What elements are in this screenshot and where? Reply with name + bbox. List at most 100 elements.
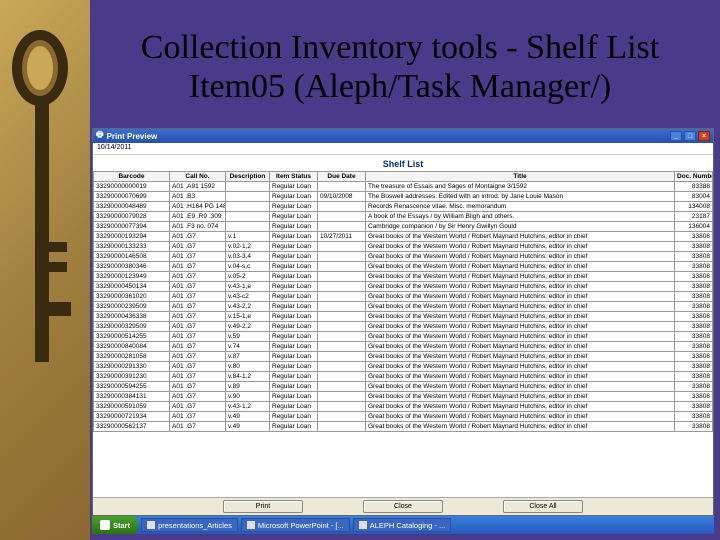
table-row[interactable]: 33290000721934A01 .G7v.49Regular LoanGre… [94,412,713,422]
cell-desc [226,192,270,202]
taskbar-item[interactable]: Microsoft PowerPoint - [... [241,518,350,532]
table-row[interactable]: 33290000077394A01 .F3 no. 074Regular Loa… [94,222,713,232]
cell-due [318,392,366,402]
table-row[interactable]: 33290000591059A01 .G7v.43-1,2Regular Loa… [94,402,713,412]
table-row[interactable]: 33290000562137A01 .G7v.49Regular LoanGre… [94,422,713,432]
table-row[interactable]: 33290000329509A01 .G7v.49-2,2Regular Loa… [94,322,713,332]
cell-title: Great books of the Western World / Rober… [366,402,675,412]
taskbar-item[interactable]: presentations_Articles [141,518,238,532]
report-area: Shelf List Barcode Call No. Description … [93,155,713,497]
close-button-bottom[interactable]: Close [363,500,443,513]
cell-status: Regular Loan [270,422,318,432]
cell-status: Regular Loan [270,282,318,292]
cell-desc: v.15-1,e [226,312,270,322]
cell-barcode: 33290000146508 [94,252,170,262]
table-row[interactable]: 33290000384131A01 .G7v.90Regular LoanGre… [94,392,713,402]
slide-title: Collection Inventory tools - Shelf List … [100,28,700,106]
table-row[interactable]: 33290000079028A01 .E9 .R9 .309Regular Lo… [94,212,713,222]
cell-title: Great books of the Western World / Rober… [366,422,675,432]
cell-title: Great books of the Western World / Rober… [366,342,675,352]
cell-status: Regular Loan [270,332,318,342]
table-row[interactable]: 33290000361020A01 .G7v.43-c2Regular Loan… [94,292,713,302]
cell-title: Great books of the Western World / Rober… [366,412,675,422]
cell-due [318,292,366,302]
table-row[interactable]: 33290000436338A01 .G7v.15-1,eRegular Loa… [94,312,713,322]
app-icon [247,521,255,529]
table-row[interactable]: 33290000133233A01 .G7v.02-1,2Regular Loa… [94,242,713,252]
close-button[interactable]: × [698,131,710,141]
cell-title: The treasure of Essais and Sages of Mont… [366,182,675,192]
cell-status: Regular Loan [270,372,318,382]
table-row[interactable]: 33290000281058A01 .G7v.87Regular LoanGre… [94,352,713,362]
cell-desc: v.59 [226,332,270,342]
cell-status: Regular Loan [270,212,318,222]
table-row[interactable]: 33290000123949A01 .G7v.05-2Regular LoanG… [94,272,713,282]
cell-call: A01 .G7 [170,362,226,372]
task-label: Microsoft PowerPoint - [... [258,521,344,530]
cell-doc: 33808 [675,412,713,422]
cell-due [318,372,366,382]
cell-barcode: 33290000193294 [94,232,170,242]
cell-status: Regular Loan [270,262,318,272]
cell-due [318,422,366,432]
table-row[interactable]: 33290000146508A01 .G7v.03-3,4Regular Loa… [94,252,713,262]
cell-call: A01 .H164 PG 1489 [170,202,226,212]
maximize-button[interactable]: □ [684,131,696,141]
print-button[interactable]: Print [223,500,303,513]
table-row[interactable]: 33290000239509A01 .G7v.43-2,2Regular Loa… [94,302,713,312]
cell-call: A01 .G7 [170,272,226,282]
window-title: Print Preview [107,132,158,141]
table-row[interactable]: 33290000380346A01 .G7v.04-s,cRegular Loa… [94,262,713,272]
cell-call: A01 .G7 [170,402,226,412]
cell-status: Regular Loan [270,292,318,302]
cell-call: A01 .G7 [170,342,226,352]
col-doc: Doc. Number [675,172,713,182]
start-button[interactable]: Start [92,516,138,534]
cell-title: Great books of the Western World / Rober… [366,272,675,282]
cell-due [318,322,366,332]
taskbar[interactable]: Start presentations_Articles Microsoft Po… [92,516,714,534]
cell-title: Great books of the Western World / Rober… [366,312,675,322]
close-all-button[interactable]: Close All [503,500,583,513]
table-row[interactable]: 33290000450134A01 .G7v.43-1,eRegular Loa… [94,282,713,292]
minimize-button[interactable]: _ [670,131,682,141]
cell-doc: 23187 [675,212,713,222]
cell-due [318,282,366,292]
table-row[interactable]: 33290000000019A01 .A91 1592Regular LoanT… [94,182,713,192]
cell-desc: v.05-2 [226,272,270,282]
cell-title: Great books of the Western World / Rober… [366,392,675,402]
cell-status: Regular Loan [270,382,318,392]
table-row[interactable]: 33290000070699A01 .B3Regular Loan09/10/2… [94,192,713,202]
cell-call: A01 .G7 [170,232,226,242]
table-row[interactable]: 33290000514255A01 .G7v.59Regular LoanGre… [94,332,713,342]
cell-title: Great books of the Western World / Rober… [366,302,675,312]
table-row[interactable]: 33290000193294A01 .G7v.1Regular Loan10/2… [94,232,713,242]
cell-call: A01 .G7 [170,352,226,362]
table-row[interactable]: 33290000391230A01 .G7v.84-1,2Regular Loa… [94,372,713,382]
cell-doc: 83004 [675,192,713,202]
cell-doc: 33808 [675,252,713,262]
table-row[interactable]: 33290000594255A01 .G7v.89Regular LoanGre… [94,382,713,392]
cell-barcode: 33290000436338 [94,312,170,322]
cell-call: A01 .G7 [170,242,226,252]
cell-due [318,252,366,262]
col-due: Due Date [318,172,366,182]
col-call: Call No. [170,172,226,182]
cell-call: A01 .F3 no. 074 [170,222,226,232]
cell-call: A01 .G7 [170,422,226,432]
cell-call: A01 .G7 [170,392,226,402]
cell-call: A01 .G7 [170,302,226,312]
table-row[interactable]: 33290000291330A01 .G7v.80Regular LoanGre… [94,362,713,372]
cell-call: A01 .G7 [170,292,226,302]
cell-barcode: 33290000291330 [94,362,170,372]
table-row[interactable]: 33290000048489A01 .H164 PG 1489Regular L… [94,202,713,212]
cell-doc: 33808 [675,242,713,252]
col-status: Item Status [270,172,318,182]
taskbar-item[interactable]: ALEPH Cataloging - ... [353,518,451,532]
cell-title: Great books of the Western World / Rober… [366,242,675,252]
print-preview-window: 🖶 Print Preview _ □ × 10/14/2011 Shelf L… [92,128,714,516]
window-titlebar[interactable]: 🖶 Print Preview _ □ × [93,129,713,143]
task-label: ALEPH Cataloging - ... [370,521,445,530]
table-row[interactable]: 33290000840084A01 .G7v.74Regular LoanGre… [94,342,713,352]
cell-due [318,342,366,352]
